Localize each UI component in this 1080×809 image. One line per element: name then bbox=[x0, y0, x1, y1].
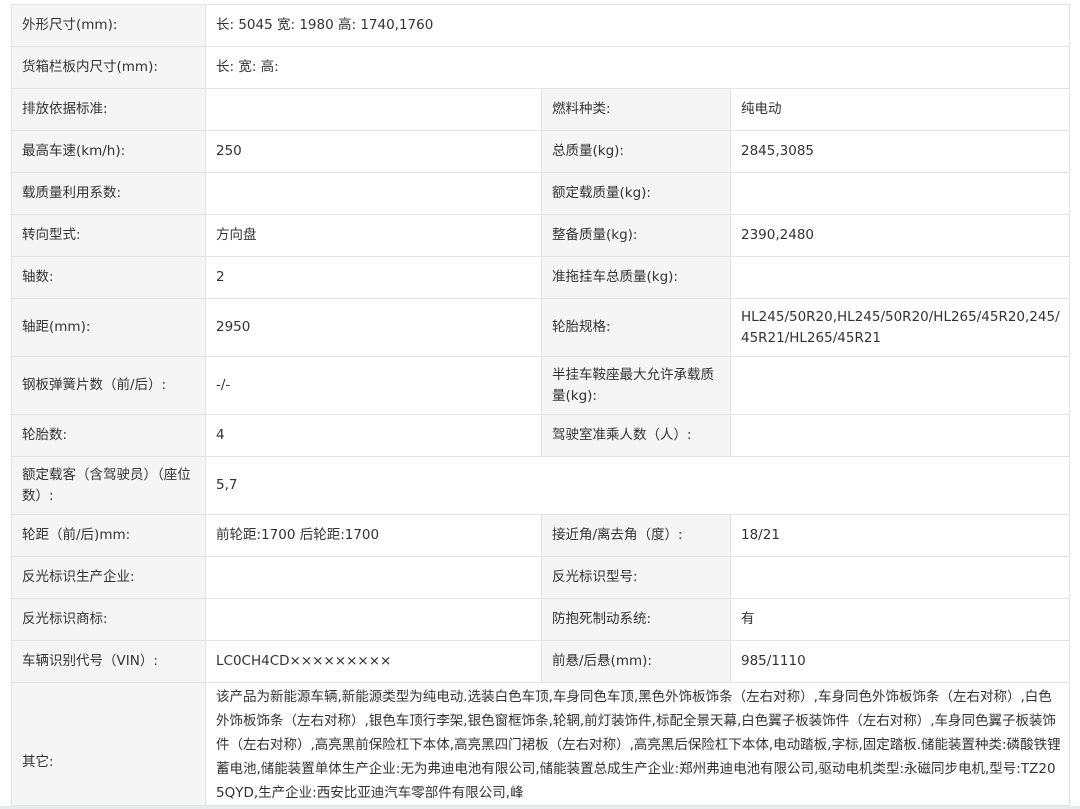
track-width-label: 轮距（前/后)mm: bbox=[11, 514, 206, 557]
table-row: 排放依据标准: 燃料种类: 纯电动 bbox=[11, 88, 1071, 131]
curb-mass-value: 2390,2480 bbox=[729, 214, 1071, 257]
overhang-value: 985/1110 bbox=[729, 640, 1071, 683]
reflector-model-value bbox=[729, 556, 1071, 599]
reflector-maker-label: 反光标识生产企业: bbox=[11, 556, 206, 599]
max-speed-label: 最高车速(km/h): bbox=[11, 130, 206, 173]
vin-label: 车辆识别代号（VIN）: bbox=[11, 640, 206, 683]
reflector-maker-value bbox=[205, 556, 542, 599]
table-row: 反光标识生产企业: 反光标识型号: bbox=[11, 556, 1071, 599]
table-row: 轮距（前/后)mm: 前轮距:1700 后轮距:1700 接近角/离去角（度）:… bbox=[11, 514, 1071, 557]
fuel-type-value: 纯电动 bbox=[729, 88, 1071, 131]
gross-mass-label: 总质量(kg): bbox=[541, 130, 731, 173]
reflector-model-label: 反光标识型号: bbox=[541, 556, 731, 599]
axle-count-label: 轴数: bbox=[11, 256, 206, 299]
trailer-mass-label: 准拖挂车总质量(kg): bbox=[541, 256, 731, 299]
fuel-type-label: 燃料种类: bbox=[541, 88, 731, 131]
table-row: 轮胎数: 4 驾驶室准乘人数（人）: bbox=[11, 414, 1071, 457]
other-value: 该产品为新能源车辆,新能源类型为纯电动.选装白色车顶,车身同色车顶,黑色外饰板饰… bbox=[204, 682, 1071, 806]
rated-passengers-label: 额定载客（含驾驶员）（座位数）: bbox=[11, 456, 206, 515]
saddle-load-value bbox=[729, 356, 1071, 415]
approach-departure-label: 接近角/离去角（度）: bbox=[541, 514, 731, 557]
wheelbase-label: 轴距(mm): bbox=[11, 298, 206, 357]
emission-standard-label: 排放依据标准: bbox=[11, 88, 206, 131]
axle-count-value: 2 bbox=[205, 256, 542, 299]
dimensions-value: 长: 5045 宽: 1980 高: 1740,1760 bbox=[204, 4, 1071, 47]
table-row: 额定载客（含驾驶员）（座位数）: 5,7 bbox=[11, 456, 1071, 515]
emission-standard-value bbox=[205, 88, 542, 131]
reflector-brand-label: 反光标识商标: bbox=[11, 598, 206, 641]
track-width-value: 前轮距:1700 后轮距:1700 bbox=[205, 514, 542, 557]
table-row: 钢板弹簧片数（前/后）: -/- 半挂车鞍座最大允许承载质量(kg): bbox=[11, 356, 1071, 415]
rated-passengers-value: 5,7 bbox=[204, 456, 1071, 515]
vehicle-spec-table: 外形尺寸(mm): 长: 5045 宽: 1980 高: 1740,1760 货… bbox=[11, 4, 1071, 806]
wheelbase-value: 2950 bbox=[205, 298, 542, 357]
steering-type-label: 转向型式: bbox=[11, 214, 206, 257]
tire-spec-value: HL245/50R20,HL245/50R20/HL265/45R20,245/… bbox=[729, 298, 1071, 357]
steering-type-value: 方向盘 bbox=[205, 214, 542, 257]
rated-load-value bbox=[729, 172, 1071, 215]
table-row: 转向型式: 方向盘 整备质量(kg): 2390,2480 bbox=[11, 214, 1071, 257]
abs-value: 有 bbox=[729, 598, 1071, 641]
load-coefficient-value bbox=[205, 172, 542, 215]
trailer-mass-value bbox=[729, 256, 1071, 299]
cab-capacity-label: 驾驶室准乘人数（人）: bbox=[541, 414, 731, 457]
table-row: 其它: 该产品为新能源车辆,新能源类型为纯电动.选装白色车顶,车身同色车顶,黑色… bbox=[11, 682, 1071, 806]
reflector-brand-value bbox=[205, 598, 542, 641]
curb-mass-label: 整备质量(kg): bbox=[541, 214, 731, 257]
abs-label: 防抱死制动系统: bbox=[541, 598, 731, 641]
table-row: 货箱栏板内尺寸(mm): 长: 宽: 高: bbox=[11, 46, 1071, 89]
tire-count-label: 轮胎数: bbox=[11, 414, 206, 457]
tire-count-value: 4 bbox=[205, 414, 542, 457]
table-row: 最高车速(km/h): 250 总质量(kg): 2845,3085 bbox=[11, 130, 1071, 173]
cargo-box-size-label: 货箱栏板内尺寸(mm): bbox=[11, 46, 206, 89]
vin-value: LC0CH4CD××××××××× bbox=[205, 640, 542, 683]
overhang-label: 前悬/后悬(mm): bbox=[541, 640, 731, 683]
other-label: 其它: bbox=[11, 682, 206, 806]
table-row: 载质量利用系数: 额定载质量(kg): bbox=[11, 172, 1071, 215]
max-speed-value: 250 bbox=[205, 130, 542, 173]
table-row: 反光标识商标: 防抱死制动系统: 有 bbox=[11, 598, 1071, 641]
gross-mass-value: 2845,3085 bbox=[729, 130, 1071, 173]
rated-load-label: 额定载质量(kg): bbox=[541, 172, 731, 215]
table-row: 轴数: 2 准拖挂车总质量(kg): bbox=[11, 256, 1071, 299]
dimensions-label: 外形尺寸(mm): bbox=[11, 4, 206, 47]
tire-spec-label: 轮胎规格: bbox=[541, 298, 731, 357]
cargo-box-size-value: 长: 宽: 高: bbox=[204, 46, 1071, 89]
saddle-load-label: 半挂车鞍座最大允许承载质量(kg): bbox=[541, 356, 731, 415]
table-row: 外形尺寸(mm): 长: 5045 宽: 1980 高: 1740,1760 bbox=[11, 4, 1071, 47]
load-coefficient-label: 载质量利用系数: bbox=[11, 172, 206, 215]
leaf-spring-value: -/- bbox=[205, 356, 542, 415]
table-row: 轴距(mm): 2950 轮胎规格: HL245/50R20,HL245/50R… bbox=[11, 298, 1071, 357]
table-row: 车辆识别代号（VIN）: LC0CH4CD××××××××× 前悬/后悬(mm)… bbox=[11, 640, 1071, 683]
leaf-spring-label: 钢板弹簧片数（前/后）: bbox=[11, 356, 206, 415]
approach-departure-value: 18/21 bbox=[729, 514, 1071, 557]
cab-capacity-value bbox=[729, 414, 1071, 457]
